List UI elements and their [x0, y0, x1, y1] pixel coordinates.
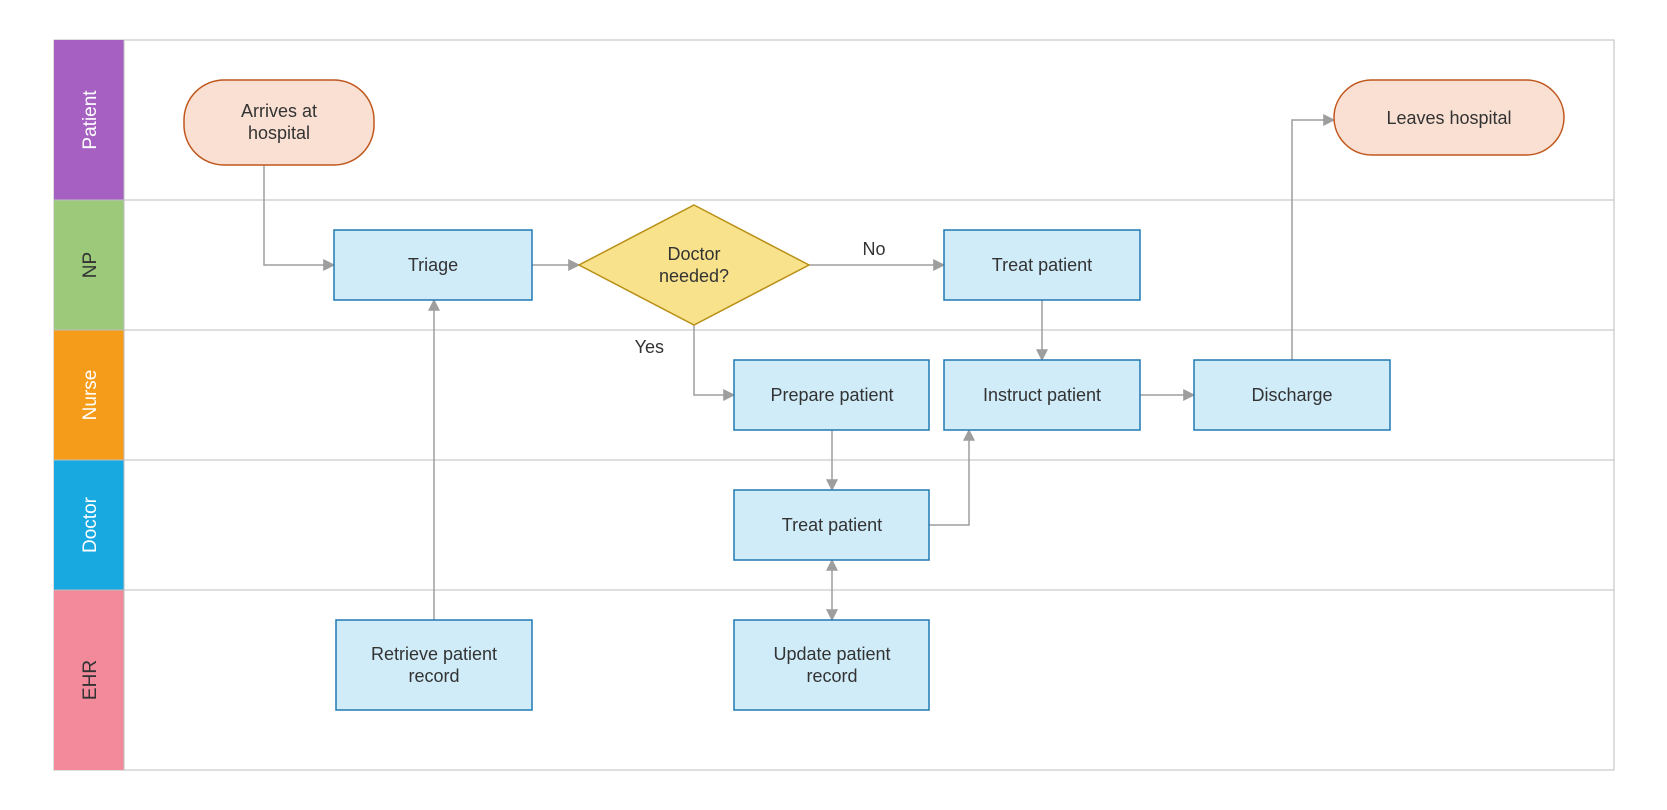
svg-text:Prepare patient: Prepare patient	[770, 385, 893, 405]
node-leaves: Leaves hospital	[1334, 80, 1564, 155]
lane-label-np: NP	[80, 252, 101, 278]
node-update: Update patient record	[734, 620, 929, 710]
lane-label-nurse: Nurse	[80, 370, 101, 421]
node-treat-doctor: Treat patient	[734, 490, 929, 560]
svg-text:record: record	[806, 666, 857, 686]
svg-text:record: record	[408, 666, 459, 686]
svg-text:Retrieve patient: Retrieve patient	[370, 644, 496, 664]
svg-text:Triage: Triage	[407, 255, 457, 275]
node-discharge: Discharge	[1194, 360, 1390, 430]
svg-text:Treat patient: Treat patient	[991, 255, 1091, 275]
svg-text:needed?: needed?	[658, 266, 728, 286]
svg-text:Treat patient: Treat patient	[781, 515, 881, 535]
svg-text:Discharge: Discharge	[1251, 385, 1332, 405]
svg-text:Update patient: Update patient	[773, 644, 890, 664]
node-arrives: Arrives at hospital	[184, 80, 374, 165]
lane-label-patient: Patient	[80, 90, 101, 150]
edge-label-yes: Yes	[634, 337, 663, 357]
lane-label-ehr: EHR	[80, 660, 101, 700]
svg-text:Instruct patient: Instruct patient	[982, 385, 1100, 405]
edge-label-no: No	[862, 239, 885, 259]
svg-text:Arrives at: Arrives at	[240, 101, 316, 121]
node-prepare: Prepare patient	[734, 360, 929, 430]
node-instruct: Instruct patient	[944, 360, 1140, 430]
svg-text:hospital: hospital	[247, 123, 309, 143]
svg-text:Leaves hospital: Leaves hospital	[1386, 108, 1511, 128]
diagram-svg: Patient NP Nurse Doctor EHR No Yes Arriv…	[34, 20, 1634, 790]
lane-label-doctor: Doctor	[80, 496, 101, 553]
node-decision: Doctor needed?	[579, 205, 809, 325]
svg-text:Doctor: Doctor	[667, 244, 720, 264]
node-triage: Triage	[334, 230, 532, 300]
swimlane-diagram: Patient NP Nurse Doctor EHR No Yes Arriv…	[34, 20, 1634, 790]
node-retrieve: Retrieve patient record	[336, 620, 532, 710]
node-treat-np: Treat patient	[944, 230, 1140, 300]
